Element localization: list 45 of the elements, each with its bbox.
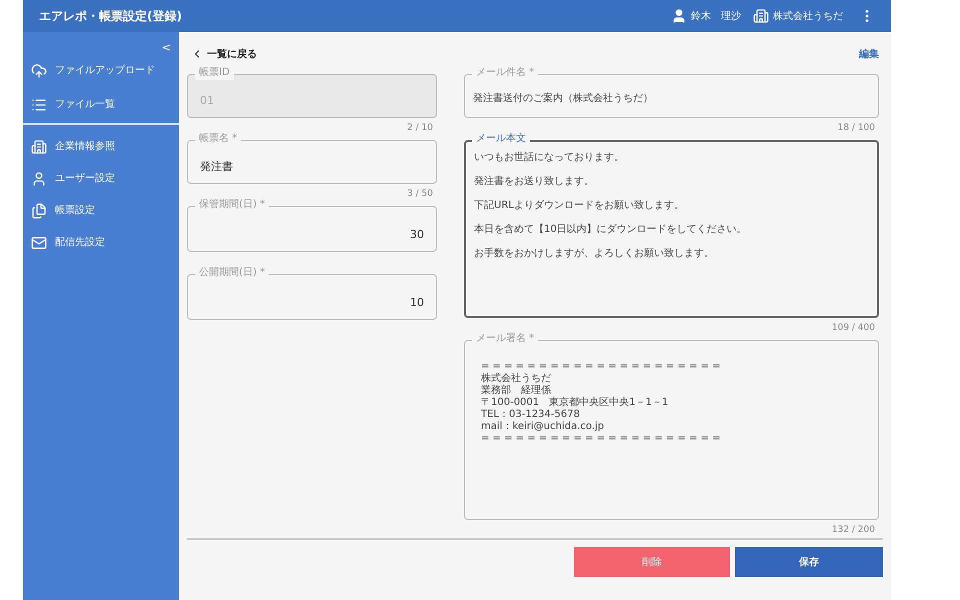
field-text: お手数をおかけしますが、よろしくお願い致します。 xyxy=(474,246,715,261)
sidebar-item[interactable]: ユーザー設定 xyxy=(23,168,179,188)
character-counter: 2 / 10 xyxy=(407,122,433,136)
field-text: 発注書送付のご案内（株式会社うちだ） xyxy=(473,92,654,106)
building-icon xyxy=(753,8,769,24)
company-name[interactable]: 株式会社うちだ xyxy=(773,8,843,24)
list-icon xyxy=(31,96,47,112)
character-counter: 3 / 50 xyxy=(407,188,433,202)
upload-icon xyxy=(31,62,47,78)
building-icon xyxy=(31,138,47,154)
collapse-button[interactable]: < xyxy=(162,40,171,56)
field-text: 下記URLよりダウンロードをお願い致します。 xyxy=(474,198,685,213)
signature-line: = = = = = = = = = = = = = = = = = = = = = xyxy=(481,433,722,445)
field-text: 本日を含めて【10日以内】にダウンロードをしてください。 xyxy=(474,222,748,237)
mail-icon xyxy=(31,234,47,250)
user-name[interactable]: 鈴木 理沙 xyxy=(691,8,741,24)
signature-line: = = = = = = = = = = = = = = = = = = = = = xyxy=(481,361,722,372)
field-text: 発注書をお送り致します。 xyxy=(474,174,595,189)
user-icon xyxy=(671,8,687,24)
back-link[interactable]: 一覧に戻る xyxy=(191,46,257,62)
signature-line: 業務部 経理係 xyxy=(481,385,552,396)
app-title: エアレポ・帳票設定(登録) xyxy=(39,8,182,25)
field-value: 10 xyxy=(409,294,424,310)
character-counter: 18 / 100 xyxy=(838,122,875,136)
sidebar-item[interactable]: ファイル一覧 xyxy=(23,94,179,114)
edit-link[interactable]: 編集 xyxy=(859,46,879,62)
field-value: 30 xyxy=(409,226,424,242)
signature-line: 株式会社うちだ xyxy=(481,373,552,384)
field-label: 帳票ID xyxy=(195,66,234,80)
signature-line: 〒100-0001 東京都中央区中央1－1－1 xyxy=(481,397,670,409)
sidebar-item[interactable]: 企業情報参照 xyxy=(23,136,179,156)
save-button[interactable]: 保存 xyxy=(735,547,883,577)
sidebar-item[interactable]: 配信先設定 xyxy=(23,232,179,252)
sidebar-item[interactable]: 帳票設定 xyxy=(23,200,179,220)
documents-icon xyxy=(31,202,47,218)
signature-line: mail：keiri@uchida.co.jp xyxy=(481,421,606,433)
user-icon xyxy=(31,170,47,186)
field-value: 発注書 xyxy=(200,158,234,174)
delete-button[interactable]: 削除 xyxy=(574,547,730,577)
signature-line: TEL：03-1234-5678 xyxy=(481,409,581,421)
sidebar-item[interactable]: ファイルアップロード xyxy=(23,60,179,80)
character-counter: 109 / 400 xyxy=(832,322,875,336)
field-text: いつもお世話になっております。 xyxy=(474,150,625,165)
field-value: 01 xyxy=(200,92,215,108)
character-counter: 132 / 200 xyxy=(832,524,875,538)
